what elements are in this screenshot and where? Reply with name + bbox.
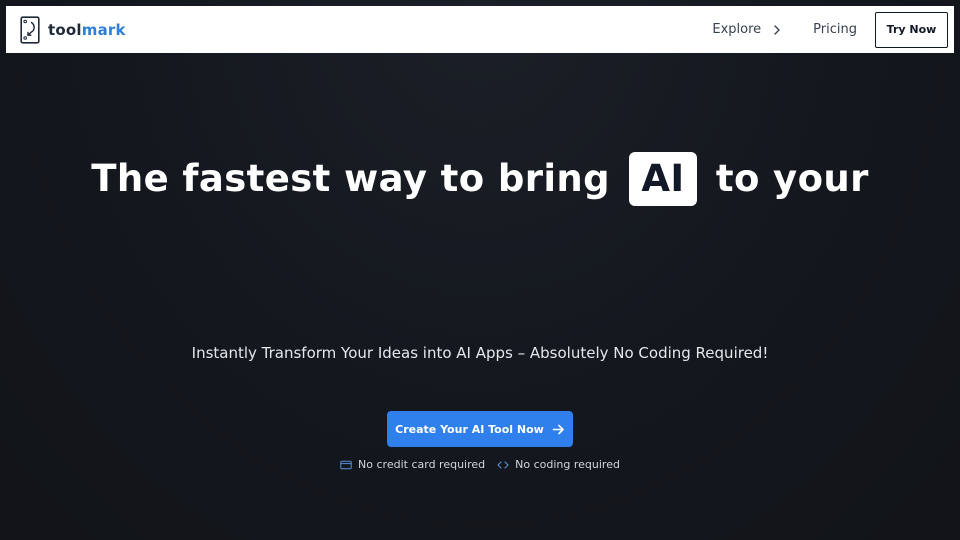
chevron-right-icon bbox=[774, 24, 780, 35]
credit-card-icon bbox=[340, 460, 352, 469]
nav-menu: Explore Pricing Try Now bbox=[712, 6, 954, 53]
hero-title-before: The fastest way to bring bbox=[91, 157, 611, 200]
create-ai-tool-label: Create Your AI Tool Now bbox=[395, 422, 544, 436]
nav-pricing-link[interactable]: Pricing bbox=[813, 22, 857, 37]
arrow-right-icon bbox=[552, 424, 564, 434]
brand-name-part2: mark bbox=[81, 20, 126, 39]
create-ai-tool-button[interactable]: Create Your AI Tool Now bbox=[387, 411, 573, 447]
feature-no-credit-card: No credit card required bbox=[340, 458, 485, 471]
feature-list: No credit card required No coding requir… bbox=[0, 458, 960, 471]
landing-page: toolmark Explore Pricing Try Now The fas… bbox=[0, 0, 960, 540]
nav-pricing-label: Pricing bbox=[813, 22, 857, 37]
brand-name: toolmark bbox=[48, 21, 126, 39]
feature-no-coding-label: No coding required bbox=[515, 458, 620, 471]
try-now-button[interactable]: Try Now bbox=[875, 11, 948, 48]
hero-title-after: to your bbox=[715, 157, 869, 200]
brand-name-part1: tool bbox=[48, 20, 82, 39]
feature-no-coding: No coding required bbox=[497, 458, 620, 471]
nav-explore-label: Explore bbox=[712, 22, 762, 37]
nav-explore-link[interactable]: Explore bbox=[712, 22, 783, 37]
code-icon bbox=[497, 460, 509, 469]
logo-mark-icon bbox=[20, 15, 40, 44]
hero-title: The fastest way to bring AI to your bbox=[0, 152, 960, 206]
brand-logo[interactable]: toolmark bbox=[20, 15, 126, 44]
hero-subtitle: Instantly Transform Your Ideas into AI A… bbox=[191, 344, 769, 362]
feature-no-credit-card-label: No credit card required bbox=[358, 458, 486, 471]
navbar: toolmark Explore Pricing Try Now bbox=[6, 6, 954, 53]
hero-title-ai-badge: AI bbox=[629, 152, 697, 206]
